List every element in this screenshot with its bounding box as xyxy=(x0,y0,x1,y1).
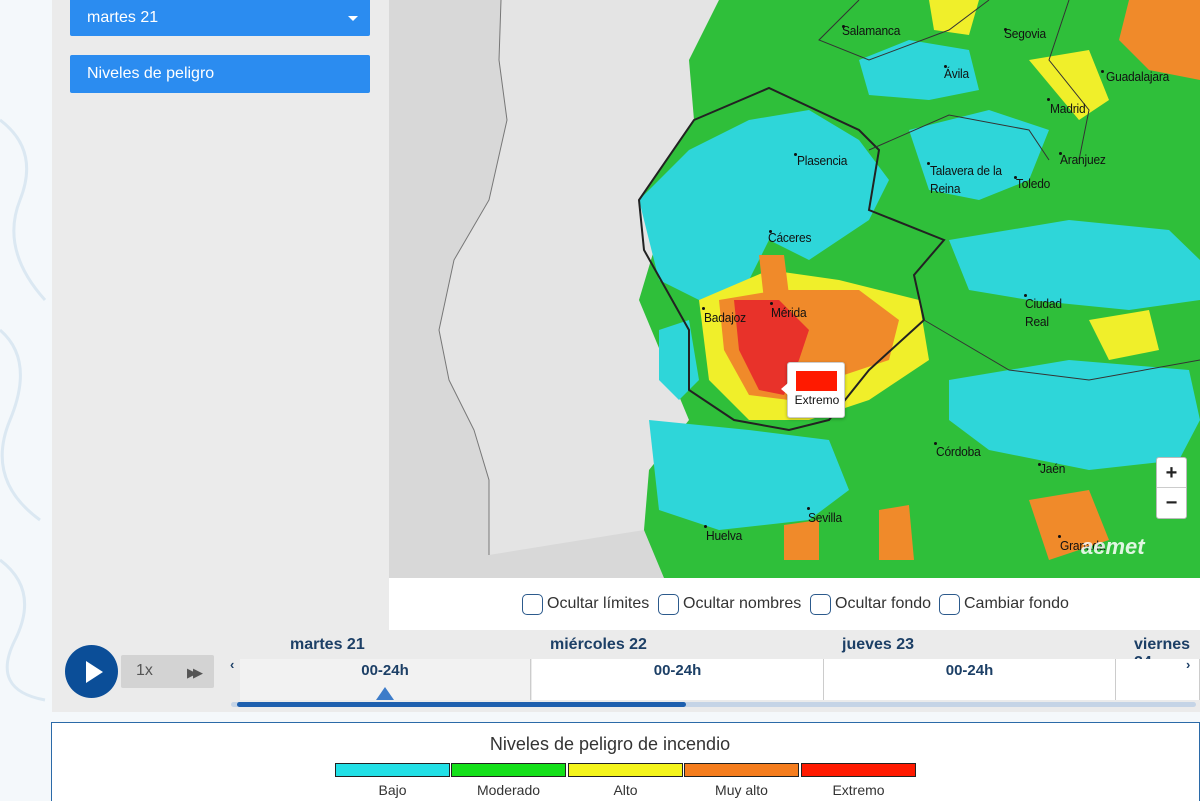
fire-danger-map[interactable]: Salamanca Segovia Ávila Guadalajara Madr… xyxy=(389,0,1200,578)
danger-levels-button[interactable]: Niveles de peligro xyxy=(70,55,370,93)
city-label: Toledo xyxy=(1016,176,1051,191)
legend-label: Moderado xyxy=(476,782,541,798)
hide-names-checkbox[interactable] xyxy=(658,593,679,615)
speed-value: 1x xyxy=(136,662,153,679)
map-popup: Extremo xyxy=(781,362,845,418)
legend-title: Niveles de peligro de incendio xyxy=(489,734,731,754)
city-label: Cáceres xyxy=(768,230,812,245)
hide-background-checkbox[interactable] xyxy=(810,593,831,615)
legend-swatch xyxy=(335,763,450,777)
hide-background-option[interactable]: Ocultar fondo xyxy=(810,592,931,616)
city-label: Segovia xyxy=(1004,26,1046,41)
left-panel: martes 21 Niveles de peligro xyxy=(52,0,389,630)
city-label: Jaén xyxy=(1040,461,1066,476)
hide-limits-checkbox[interactable] xyxy=(522,593,543,615)
legend-item: Moderado xyxy=(451,763,566,798)
zoom-out-button[interactable]: − xyxy=(1157,488,1186,518)
fast-forward-icon[interactable]: ▶▶ xyxy=(187,665,203,681)
timeline-slot[interactable]: 00-24h xyxy=(824,659,1116,700)
city-label: Ávila xyxy=(944,66,970,81)
timeline-current-marker xyxy=(376,687,394,700)
legend-item: Extremo xyxy=(801,763,916,798)
day-select-dropdown[interactable]: martes 21 xyxy=(70,0,370,36)
zoom-in-button[interactable]: + xyxy=(1157,458,1186,488)
city-label: Badajoz xyxy=(704,310,746,325)
background-decoration xyxy=(0,118,47,702)
city-label: Salamanca xyxy=(842,23,901,38)
popup-color-swatch xyxy=(796,371,837,391)
legend-label: Alto xyxy=(613,782,638,798)
map-canvas xyxy=(389,0,1200,578)
city-label: Aranjuez xyxy=(1060,152,1106,167)
legend-label: Extremo xyxy=(832,782,885,798)
hide-names-label: Ocultar nombres xyxy=(683,595,802,612)
timeline-day-label: martes 21 xyxy=(290,636,365,653)
timeline-day-label: jueves 23 xyxy=(842,636,915,653)
hide-names-option[interactable]: Ocultar nombres xyxy=(658,592,801,616)
speed-control[interactable]: 1x ▶▶ xyxy=(121,655,214,688)
legend-swatch xyxy=(801,763,916,777)
animation-player: 1x ▶▶ xyxy=(52,630,227,712)
legend-panel: Niveles de peligro de incendio Bajo Mode… xyxy=(51,722,1200,801)
timeline-slot-label: 00-24h xyxy=(361,662,409,679)
city-label: Plasencia xyxy=(797,153,848,168)
city-label: Sevilla xyxy=(808,510,842,525)
popup-label: Extremo xyxy=(794,393,840,407)
popup-tail xyxy=(781,383,788,395)
legend-swatch xyxy=(684,763,799,777)
chevron-down-icon xyxy=(348,16,358,21)
city-label: Córdoba xyxy=(936,444,981,459)
hide-background-label: Ocultar fondo xyxy=(835,595,932,612)
city-label: Madrid xyxy=(1050,101,1086,116)
map-options-bar: Ocultar límites Ocultar nombres Ocultar … xyxy=(389,578,1200,630)
play-button[interactable] xyxy=(65,645,118,698)
legend-label: Muy alto xyxy=(715,782,768,798)
timeline-day-label: miércoles 22 xyxy=(550,636,647,653)
day-select-label: martes 21 xyxy=(87,9,159,26)
timeline-prev-arrow[interactable]: ‹ xyxy=(230,657,234,672)
zoom-control: + − xyxy=(1156,457,1187,519)
timeline-scrollbar-thumb[interactable] xyxy=(237,702,686,707)
legend-item: Alto xyxy=(568,763,683,798)
change-background-option[interactable]: Cambiar fondo xyxy=(939,592,1069,616)
timeline: martes 21 miércoles 22 jueves 23 viernes… xyxy=(227,630,1200,712)
hide-limits-option[interactable]: Ocultar límites xyxy=(522,592,649,616)
change-background-label: Cambiar fondo xyxy=(964,595,1069,612)
city-label: Ciudad Real xyxy=(1025,296,1062,329)
city-label: Guadalajara xyxy=(1106,69,1170,84)
aemet-logo: aemet xyxy=(1081,534,1145,559)
timeline-slot[interactable]: 00-24h xyxy=(532,659,824,700)
change-background-checkbox[interactable] xyxy=(939,593,960,615)
legend-item: Bajo xyxy=(335,763,450,798)
city-label: Huelva xyxy=(706,528,743,543)
city-label: Mérida xyxy=(771,305,807,320)
city-label: Talavera de la Reina xyxy=(930,163,1002,196)
legend-swatch xyxy=(451,763,566,777)
timeline-slot-label: 00-24h xyxy=(653,662,702,679)
timeline-slot-label: 00-24h xyxy=(945,662,994,679)
legend-swatch xyxy=(568,763,683,777)
timeline-next-arrow[interactable]: › xyxy=(1186,657,1190,672)
legend-item: Muy alto xyxy=(684,763,799,798)
hide-limits-label: Ocultar límites xyxy=(547,595,650,612)
legend-label: Bajo xyxy=(378,782,407,798)
